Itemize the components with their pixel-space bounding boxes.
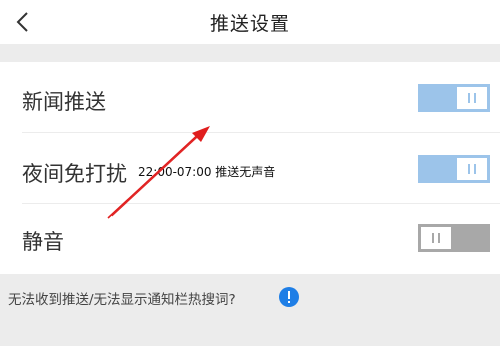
setting-row-mute: 静音 (0, 204, 500, 274)
setting-label-mute: 静音 (22, 230, 64, 254)
top-bar: 推送设置 (0, 0, 500, 44)
night-dnd-note: 22:00-07:00 推送无声音 (138, 165, 276, 179)
toggle-knob (457, 158, 487, 180)
setting-row-news-push: 新闻推送 (0, 62, 500, 132)
info-icon[interactable] (279, 287, 299, 307)
page-title: 推送设置 (209, 13, 290, 35)
toggle-knob (457, 87, 487, 109)
setting-label-news-push: 新闻推送 (22, 90, 106, 114)
mute-toggle[interactable] (418, 224, 490, 252)
setting-label-night-dnd: 夜间免打扰 (22, 162, 127, 186)
toggle-knob (421, 227, 451, 249)
settings-card: 新闻推送 夜间免打扰 22:00-07:00 推送无声音 静音 (0, 62, 500, 274)
push-help-text[interactable]: 无法收到推送/无法显示通知栏热搜词? (8, 288, 236, 308)
news-push-toggle[interactable] (418, 84, 490, 112)
night-dnd-toggle[interactable] (418, 155, 490, 183)
